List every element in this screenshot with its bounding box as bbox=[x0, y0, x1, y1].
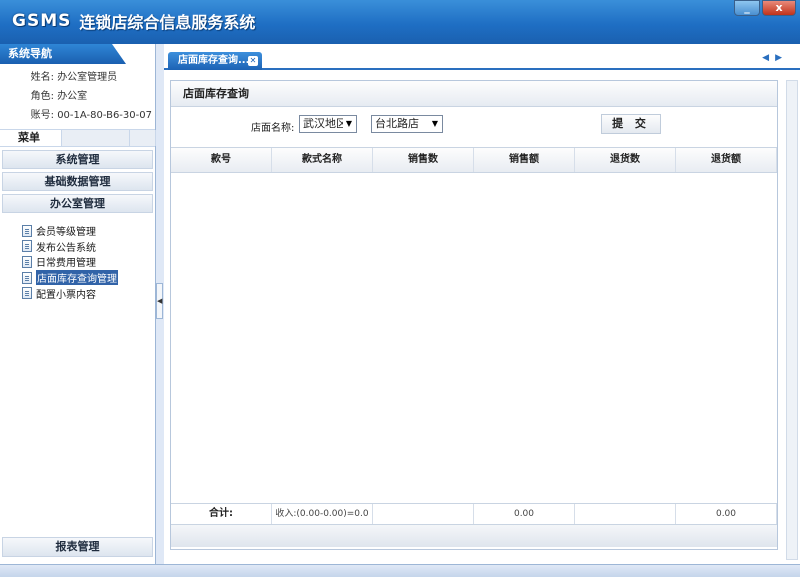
col-style-no[interactable]: 款号 bbox=[171, 148, 272, 172]
user-account-label: 账号: bbox=[30, 110, 54, 121]
tab-empty-2[interactable] bbox=[130, 130, 156, 146]
submit-button[interactable]: 提 交 bbox=[601, 114, 661, 134]
table-body bbox=[171, 173, 777, 503]
main-content: 店面库存查询... ✕ ◀▶ 店面库存查询 店面名称: 武汉地区 ▼ 台北路店 … bbox=[164, 44, 800, 564]
col-return-qty[interactable]: 退货数 bbox=[575, 148, 676, 172]
sidebar-header: 系统导航 bbox=[0, 44, 155, 64]
menu-tabs: 菜单 bbox=[0, 129, 156, 147]
query-row: 店面名称: 武汉地区 ▼ 台北路店 ▼ 提 交 bbox=[171, 107, 777, 145]
store-name-label: 店面名称: bbox=[251, 123, 295, 134]
category-report-management[interactable]: 报表管理 bbox=[2, 537, 153, 557]
app-logo: GSMS 连锁店综合信息服务系统 bbox=[12, 10, 255, 32]
user-account-value: 00-1A-80-B6-30-07 bbox=[57, 110, 152, 121]
total-label: 合计: bbox=[171, 504, 272, 524]
status-bar bbox=[0, 564, 800, 577]
region-select-value: 武汉地区 bbox=[303, 117, 347, 130]
tab-label: 店面库存查询... bbox=[178, 55, 250, 66]
menu-item-label: 店面库存查询管理 bbox=[36, 270, 118, 286]
document-icon bbox=[22, 271, 32, 284]
col-return-amount[interactable]: 退货额 bbox=[676, 148, 777, 172]
inventory-panel: 店面库存查询 店面名称: 武汉地区 ▼ 台北路店 ▼ 提 交 款号 款式名称 销… bbox=[170, 80, 778, 550]
store-select-value: 台北路店 bbox=[375, 117, 419, 130]
tab-menu[interactable]: 菜单 bbox=[0, 130, 62, 146]
col-sales-qty[interactable]: 销售数 bbox=[373, 148, 474, 172]
close-icon[interactable]: ✕ bbox=[248, 56, 258, 66]
window-controls: _ x bbox=[734, 0, 796, 16]
category-basic-data-management[interactable]: 基础数据管理 bbox=[2, 172, 153, 191]
user-name-row: 姓名: 办公室管理员 bbox=[0, 68, 155, 87]
menu-item-label: 配置小票内容 bbox=[36, 289, 96, 301]
return-amount-total: 0.00 bbox=[676, 504, 777, 524]
document-icon bbox=[22, 287, 32, 300]
menu-item-member-level[interactable]: 会员等级管理 bbox=[22, 223, 155, 239]
col-sales-amount[interactable]: 销售额 bbox=[474, 148, 575, 172]
region-select[interactable]: 武汉地区 ▼ bbox=[299, 115, 357, 133]
arrow-left-icon[interactable]: ◀ bbox=[762, 53, 775, 63]
dropdown-arrow-icon: ▼ bbox=[429, 118, 440, 130]
user-role-value: 办公室 bbox=[57, 91, 88, 102]
close-window-button[interactable]: x bbox=[762, 0, 796, 16]
sidebar-title: 系统导航 bbox=[0, 44, 126, 64]
tab-bar: 店面库存查询... ✕ ◀▶ bbox=[164, 44, 800, 70]
user-role-row: 角色: 办公室 bbox=[0, 87, 155, 106]
table-bottom-bar bbox=[171, 525, 777, 547]
minimize-button[interactable]: _ bbox=[734, 0, 760, 16]
footer-empty-1 bbox=[373, 504, 474, 524]
panel-title: 店面库存查询 bbox=[171, 81, 777, 107]
user-info: 姓名: 办公室管理员 角色: 办公室 账号: 00-1A-80-B6-30-07 bbox=[0, 64, 155, 125]
sidebar: 系统导航 姓名: 办公室管理员 角色: 办公室 账号: 00-1A-80-B6-… bbox=[0, 44, 156, 564]
chevron-left-icon[interactable]: ◀ bbox=[156, 283, 163, 319]
vertical-scrollbar[interactable] bbox=[786, 80, 798, 560]
user-role-label: 角色: bbox=[30, 91, 54, 102]
user-account-row: 账号: 00-1A-80-B6-30-07 bbox=[0, 106, 155, 125]
tab-store-inventory[interactable]: 店面库存查询... ✕ bbox=[168, 52, 262, 70]
category-system-management[interactable]: 系统管理 bbox=[2, 150, 153, 169]
app-title: 连锁店综合信息服务系统 bbox=[79, 13, 256, 32]
document-icon bbox=[22, 255, 32, 268]
app-header: GSMS 连锁店综合信息服务系统 _ x bbox=[0, 0, 800, 44]
menu-item-announcement[interactable]: 发布公告系统 bbox=[22, 239, 155, 255]
menu-item-label: 会员等级管理 bbox=[36, 227, 96, 239]
menu-item-store-inventory[interactable]: 店面库存查询管理 bbox=[22, 270, 155, 286]
logo-mark: GSMS bbox=[12, 11, 72, 31]
arrow-right-icon[interactable]: ▶ bbox=[775, 53, 788, 63]
menu-item-label: 发布公告系统 bbox=[36, 242, 96, 254]
menu-item-daily-expense[interactable]: 日常费用管理 bbox=[22, 254, 155, 270]
sales-amount-total: 0.00 bbox=[474, 504, 575, 524]
user-name-value: 办公室管理员 bbox=[57, 72, 118, 83]
table-header: 款号 款式名称 销售数 销售额 退货数 退货额 bbox=[171, 147, 777, 173]
document-icon bbox=[22, 240, 32, 253]
office-menu-tree: 会员等级管理 发布公告系统 日常费用管理 店面库存查询管理 配置小票内容 bbox=[0, 213, 155, 301]
inventory-table: 款号 款式名称 销售数 销售额 退货数 退货额 合计: 收入:(0.00-0.0… bbox=[171, 147, 777, 547]
menu-item-receipt-config[interactable]: 配置小票内容 bbox=[22, 285, 155, 301]
menu-item-label: 日常费用管理 bbox=[36, 258, 96, 270]
tab-empty-1[interactable] bbox=[62, 130, 130, 146]
col-style-name[interactable]: 款式名称 bbox=[272, 148, 373, 172]
table-footer: 合计: 收入:(0.00-0.00)=0.0 0.00 0.00 bbox=[171, 503, 777, 525]
income-summary: 收入:(0.00-0.00)=0.0 bbox=[272, 504, 373, 524]
document-icon bbox=[22, 224, 32, 237]
footer-empty-2 bbox=[575, 504, 676, 524]
dropdown-arrow-icon: ▼ bbox=[343, 118, 354, 130]
tab-scroll-arrows[interactable]: ◀▶ bbox=[762, 53, 788, 63]
user-name-label: 姓名: bbox=[30, 72, 54, 83]
store-select[interactable]: 台北路店 ▼ bbox=[371, 115, 443, 133]
category-office-management[interactable]: 办公室管理 bbox=[2, 194, 153, 213]
